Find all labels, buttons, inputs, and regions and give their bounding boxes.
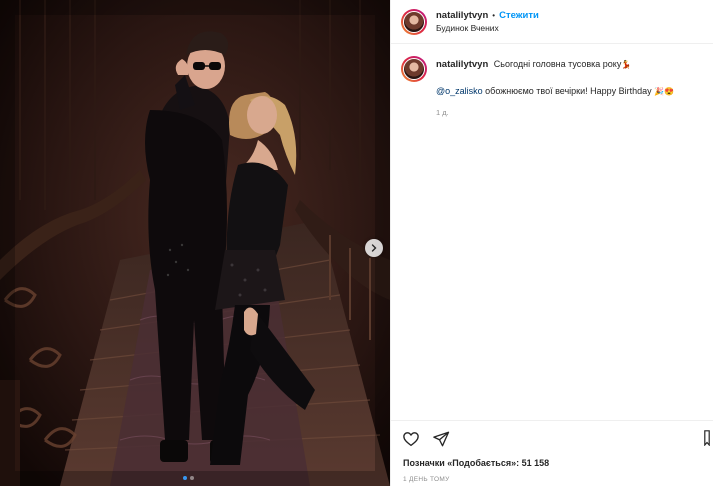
- post-date[interactable]: 1 ДЕНЬ ТОМУ: [403, 476, 450, 483]
- dancer-emoji: 💃: [621, 60, 632, 69]
- heart-icon[interactable]: [402, 430, 420, 448]
- carousel-dot: [190, 476, 194, 480]
- post-caption: natalilytvyn Сьогодні головна тусовка ро…: [391, 44, 713, 119]
- carousel-dot-active: [183, 476, 187, 480]
- caption-line2-text: обожнюємо твої вечірки! Happy Birthday: [482, 86, 655, 96]
- chevron-right-icon: [371, 244, 377, 252]
- carousel-indicator: [183, 476, 194, 480]
- post-header: natalilytvyn • Стежити Будинок Вчених: [391, 0, 713, 44]
- caption-text: Сьогодні головна тусовка року: [493, 59, 622, 69]
- post-side-panel: natalilytvyn • Стежити Будинок Вчених nata…: [390, 0, 713, 486]
- caption-avatar[interactable]: [401, 56, 427, 82]
- instagram-post: natalilytvyn • Стежити Будинок Вчених nata…: [0, 0, 713, 486]
- caption-timestamp[interactable]: 1 д.: [436, 106, 674, 119]
- next-image-button[interactable]: [365, 239, 383, 257]
- header-separator: •: [492, 11, 496, 20]
- author-username[interactable]: natalilytvyn: [436, 10, 488, 21]
- bookmark-icon[interactable]: [704, 430, 710, 446]
- action-bar: [391, 420, 713, 456]
- post-photo[interactable]: [0, 0, 390, 486]
- caption-username[interactable]: natalilytvyn: [436, 59, 488, 70]
- party-heart-eyes-emoji: 🎉😍: [654, 87, 675, 96]
- mention-link[interactable]: @o_zalisko: [436, 86, 483, 96]
- post-location[interactable]: Будинок Вчених: [436, 22, 539, 34]
- photo-illustration: [0, 0, 390, 486]
- likes-count[interactable]: Позначки «Подобається»: 51 158: [403, 458, 549, 468]
- author-avatar[interactable]: [401, 8, 427, 35]
- share-icon[interactable]: [432, 430, 450, 448]
- follow-button[interactable]: Стежити: [499, 10, 539, 21]
